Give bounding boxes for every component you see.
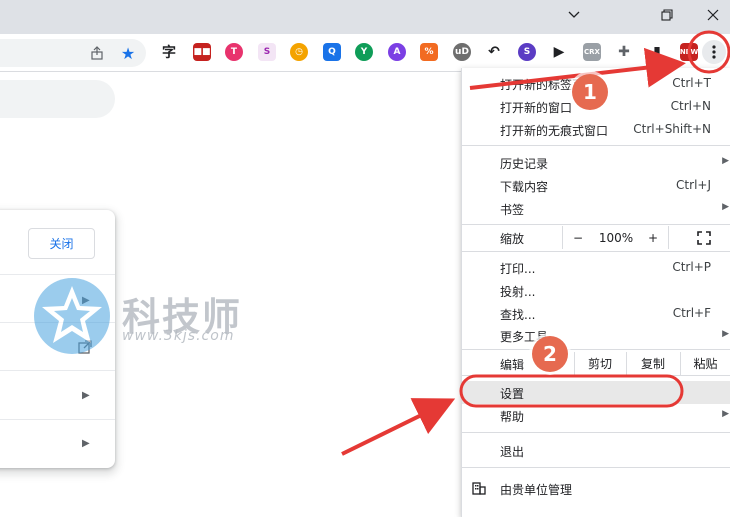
menu-item-label: 帮助 — [500, 410, 525, 424]
extension-purple-s-icon[interactable]: S — [258, 43, 276, 61]
step-badge-2: 2 — [532, 336, 568, 372]
extension-q-blue-icon[interactable]: Q — [323, 43, 341, 61]
menu-item-label: 由贵单位管理 — [500, 483, 573, 497]
menu-item-label: 下载内容 — [500, 180, 549, 194]
chevron-right-icon: ▶ — [722, 202, 729, 212]
extension-clock-orange-icon[interactable]: ◷ — [290, 43, 308, 61]
extension-t-red-icon[interactable]: T — [225, 43, 243, 61]
arrow-to-settings — [341, 398, 456, 456]
menu-item-shortcut: Ctrl+F — [672, 306, 711, 320]
menu-item-shortcut: Ctrl+N — [670, 99, 711, 113]
zoom-level: 100% — [598, 230, 634, 245]
extension-s-gradient-icon[interactable]: S — [518, 43, 536, 61]
chrome-main-menu: 打开新的标签页 Ctrl+T 打开新的窗口 Ctrl+N 打开新的无痕式窗口 C… — [461, 68, 730, 517]
chevron-right-icon[interactable]: ▶ — [82, 390, 94, 401]
menu-item-history[interactable]: 历史记录 ▶ — [462, 151, 730, 174]
step-badge-1: 1 — [572, 74, 608, 110]
extension-ub-shield-icon[interactable]: uD — [453, 43, 471, 61]
menu-item-label: 编辑 — [500, 358, 525, 372]
extension-red-tag-icon[interactable]: ■■ — [193, 43, 211, 61]
title-bar — [0, 0, 730, 34]
menu-item-downloads[interactable]: 下载内容 Ctrl+J — [462, 174, 730, 197]
building-icon — [472, 481, 486, 498]
menu-item-label: 缩放 — [500, 232, 525, 246]
menu-item-label: 打开新的无痕式窗口 — [500, 124, 609, 138]
extension-puzzle-icon[interactable]: ✚ — [615, 43, 633, 61]
close-button[interactable]: 关闭 — [28, 228, 95, 259]
menu-item-label: 退出 — [500, 445, 525, 459]
extension-side-panel-icon[interactable]: ▮ — [648, 43, 666, 61]
divider — [0, 370, 115, 371]
restore-icon — [661, 9, 673, 21]
menu-divider — [462, 467, 730, 468]
menu-item-shortcut: Ctrl+P — [672, 260, 711, 274]
address-bar[interactable]: ★ — [0, 39, 146, 67]
share-icon[interactable] — [88, 44, 106, 62]
menu-item-incognito[interactable]: 打开新的无痕式窗口 Ctrl+Shift+N — [462, 118, 730, 141]
extension-play-circle-icon[interactable]: ▶ — [550, 43, 568, 61]
bookmark-star-icon[interactable]: ★ — [119, 44, 137, 63]
menu-item-shortcut: Ctrl+J — [676, 178, 711, 192]
restore-button[interactable] — [644, 0, 690, 30]
chevron-right-icon: ▶ — [722, 156, 729, 166]
menu-item-shortcut: Ctrl+T — [672, 76, 711, 90]
divider — [0, 419, 115, 420]
chevron-right-icon[interactable]: ▶ — [82, 438, 94, 449]
extension-orange-tag-icon[interactable]: % — [420, 43, 438, 61]
menu-item-label: 历史记录 — [500, 157, 549, 171]
chevron-right-icon: ▶ — [722, 329, 729, 339]
menu-divider — [462, 432, 730, 433]
menu-divider — [462, 224, 730, 225]
menu-item-edit: 编辑 剪切 复制 粘贴 — [462, 352, 730, 375]
divider — [0, 274, 115, 275]
menu-item-help[interactable]: 帮助 ▶ — [462, 404, 730, 427]
search-box[interactable] — [0, 80, 115, 118]
copy-button[interactable]: 复制 — [626, 352, 680, 375]
divider — [668, 226, 669, 249]
close-icon — [707, 9, 719, 21]
watermark-url: www.3kjs.com — [122, 328, 235, 344]
menu-item-bookmarks[interactable]: 书签 ▶ — [462, 197, 730, 220]
zoom-out-button[interactable]: − — [562, 226, 594, 249]
extension-zi-icon[interactable]: 字 — [160, 43, 178, 61]
menu-item-label: 书签 — [500, 203, 525, 217]
paste-button[interactable]: 粘贴 — [680, 352, 730, 375]
menu-divider — [462, 251, 730, 252]
fullscreen-icon — [697, 230, 711, 245]
menu-item-label: 设置 — [500, 387, 525, 401]
menu-item-cast[interactable]: 投射... — [462, 279, 730, 302]
menu-item-label: 投射... — [500, 285, 536, 299]
extension-refresh-dark-icon[interactable]: ↶ — [485, 43, 503, 61]
new-badge-extension[interactable] — [671, 40, 691, 62]
watermark-logo-icon — [34, 278, 110, 354]
menu-item-managed[interactable]: 由贵单位管理 — [462, 477, 730, 500]
menu-item-print[interactable]: 打印... Ctrl+P — [462, 256, 730, 279]
menu-item-find[interactable]: 查找... Ctrl+F — [462, 302, 730, 325]
menu-divider — [462, 349, 730, 350]
more-menu-button[interactable] — [702, 40, 726, 64]
minimize-button[interactable] — [551, 0, 597, 30]
cut-button[interactable]: 剪切 — [574, 352, 626, 375]
extension-a-purple-icon[interactable]: A — [388, 43, 406, 61]
browser-window: ★ 字■■TS◷QYA%uD↶S▶CRX✚▮NEW 关闭 ▶ ▶ ▶ 科技师 w… — [0, 0, 730, 517]
menu-divider — [462, 375, 730, 376]
zoom-in-button[interactable]: + — [638, 226, 668, 249]
more-vert-icon — [712, 45, 716, 59]
menu-item-label: 打开新的窗口 — [500, 101, 573, 115]
chevron-down-icon — [568, 11, 580, 18]
menu-item-zoom: 缩放 − 100% + — [462, 226, 730, 249]
chevron-right-icon: ▶ — [722, 409, 729, 419]
menu-item-exit[interactable]: 退出 — [462, 439, 730, 462]
menu-item-shortcut: Ctrl+Shift+N — [633, 122, 711, 136]
close-window-button[interactable] — [690, 0, 730, 30]
menu-item-settings[interactable]: 设置 — [462, 381, 730, 404]
menu-item-more-tools[interactable]: 更多工具 ▶ — [462, 324, 730, 347]
extension-y-green-icon[interactable]: Y — [355, 43, 373, 61]
extension-crx-icon[interactable]: CRX — [583, 43, 601, 61]
fullscreen-button[interactable] — [686, 226, 722, 249]
menu-divider — [462, 145, 730, 146]
menu-item-label: 打印... — [500, 262, 536, 276]
menu-item-label: 查找... — [500, 308, 536, 322]
